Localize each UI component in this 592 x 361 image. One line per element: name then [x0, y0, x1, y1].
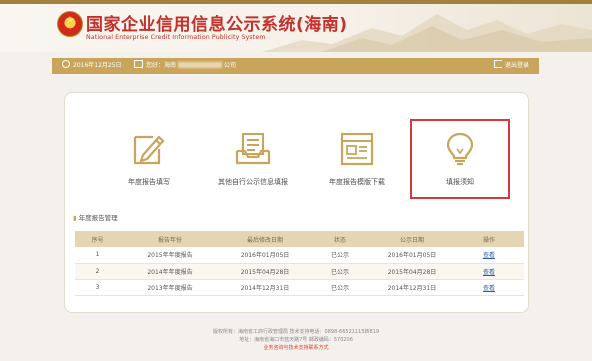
current-date: 2016年12月25日: [73, 62, 122, 69]
template-download-button[interactable]: 年度报告模版下载: [307, 119, 407, 199]
table-header-row: 序号 报告年份 最后修改日期 状态 公示日期 操作: [75, 231, 524, 247]
inbox-tray-icon: [235, 133, 271, 165]
id-card-icon: [134, 60, 143, 68]
tile-label: 年度报告模版下载: [329, 178, 385, 186]
last-modified-date: 2014年12月31日: [220, 279, 310, 296]
site-header: ★ 国家企业信用信息公示系统(海南) National Enterprise C…: [0, 0, 592, 52]
row-number: 1: [75, 247, 120, 264]
publish-date: 2016年01月05日: [370, 247, 454, 264]
tile-label: 其他自行公示信息填报: [218, 178, 288, 186]
view-link[interactable]: 查看: [454, 263, 524, 280]
edit-document-icon: [133, 135, 165, 165]
bullet-icon: ▮: [73, 214, 77, 222]
report-year: 2015年年度报告: [120, 247, 220, 264]
site-subtitle: National Enterprise Credit Information P…: [86, 34, 266, 41]
table-row: 1 2015年年度报告 2016年01月05日 已公示 2016年01月05日 …: [75, 247, 524, 264]
status: 已公示: [310, 263, 370, 280]
status: 已公示: [310, 279, 370, 296]
column-header: 序号: [75, 231, 120, 247]
report-year: 2013年年度报告: [120, 279, 220, 296]
view-link[interactable]: 查看: [454, 247, 524, 264]
logout-label: 退出登录: [504, 62, 529, 69]
other-disclosure-button[interactable]: 其他自行公示信息填报: [203, 119, 303, 199]
tile-label: 年度报告填写: [128, 178, 170, 186]
site-footer: 版权所有：海南省工商行政管理局 技术支持电话：0898-66521115转819…: [0, 328, 592, 352]
last-modified-date: 2015年04月28日: [220, 263, 310, 280]
column-header: 状态: [310, 231, 370, 247]
welcome-prefix: 您好：: [146, 62, 165, 69]
status: 已公示: [310, 247, 370, 264]
lightbulb-icon: [446, 132, 474, 165]
column-header: 最后修改日期: [220, 231, 310, 247]
column-header: 操作: [454, 231, 524, 247]
company-name-end: 公司: [224, 62, 237, 69]
welcome-display: 您好：海南 公司: [134, 58, 236, 74]
national-emblem-icon: ★: [57, 11, 83, 37]
logout-icon: [493, 60, 502, 68]
section-title-text: 年度报告管理: [78, 214, 118, 222]
company-name-redacted: [178, 62, 223, 68]
table-row: 3 2013年年度报告 2014年12月31日 已公示 2014年12月31日 …: [75, 279, 524, 296]
logout-button[interactable]: 退出登录: [493, 58, 529, 74]
report-year: 2014年年度报告: [120, 263, 220, 280]
annual-report-table: 序号 报告年份 最后修改日期 状态 公示日期 操作 1 2015年年度报告 20…: [75, 231, 524, 296]
table-row: 2 2014年年度报告 2015年04月28日 已公示 2015年04月28日 …: [75, 263, 524, 280]
filing-instructions-button[interactable]: 填报须知: [410, 119, 510, 199]
user-info-bar: 2016年12月25日 您好：海南 公司 退出登录: [52, 58, 539, 74]
row-number: 2: [75, 263, 120, 280]
publish-date: 2015年04月28日: [370, 263, 454, 280]
tile-label: 填报须知: [446, 178, 474, 186]
row-number: 3: [75, 279, 120, 296]
publish-date: 2014年12月31日: [370, 279, 454, 296]
company-name-start: 海南: [164, 62, 177, 69]
template-document-icon: [340, 132, 374, 166]
footer-copyright: 版权所有：海南省工商行政管理局 技术支持电话：0898-66521115转819: [212, 329, 380, 335]
column-header: 公示日期: [370, 231, 454, 247]
clock-icon: [62, 60, 70, 68]
footer-support-link[interactable]: 业务咨询与技术支持联系方式: [0, 344, 592, 352]
annual-report-fill-button[interactable]: 年度报告填写: [99, 119, 199, 199]
footer-address: 地址：海南省海口市蓝天路7号 邮政编码：570206: [239, 337, 353, 343]
main-panel: 年度报告填写 其他自行公示信息填报 年度报告模版下载 填报须知 ▮年度报告管理: [64, 92, 529, 313]
last-modified-date: 2016年01月05日: [220, 247, 310, 264]
date-display: 2016年12月25日: [62, 58, 122, 74]
view-link[interactable]: 查看: [454, 279, 524, 296]
column-header: 报告年份: [120, 231, 220, 247]
site-title: 国家企业信用信息公示系统(海南): [86, 15, 348, 35]
section-title: ▮ 年度报告管理: [73, 212, 118, 222]
